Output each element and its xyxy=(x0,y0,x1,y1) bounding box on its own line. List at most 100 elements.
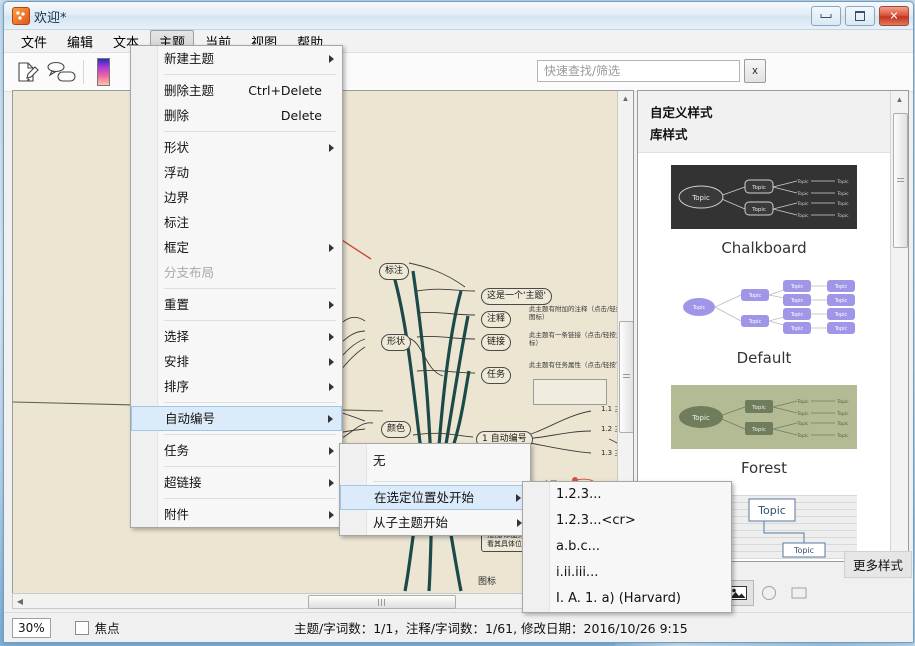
menu-item-format-123[interactable]: 1.2.3... xyxy=(523,482,731,508)
menu-item-label: 1.2.3... xyxy=(556,487,601,502)
maximize-button[interactable] xyxy=(845,6,875,26)
mindmap-node[interactable]: 注释 xyxy=(481,311,511,328)
svg-text:Topic: Topic xyxy=(836,201,849,207)
toolbar-separator xyxy=(83,60,84,84)
style-panel-scrollbar[interactable]: ▲ ▼ xyxy=(890,91,908,561)
menu-edit[interactable]: 编辑 xyxy=(58,30,102,53)
chevron-right-icon xyxy=(329,333,334,341)
mindmap-node[interactable]: 这是一个'主题' xyxy=(481,288,552,305)
menu-item-format-harvard[interactable]: I. A. 1. a) (Harvard) xyxy=(523,586,731,612)
menu-item-label: 在选定位置处开始 xyxy=(374,490,474,505)
menu-item-frame[interactable]: 框定 xyxy=(131,235,342,260)
menu-item-arrange[interactable]: 安排 xyxy=(131,349,342,374)
library-styles-heading: 库样式 xyxy=(650,124,896,143)
menu-item-callout[interactable]: 标注 xyxy=(131,210,342,235)
menu-item-label: a.b.c... xyxy=(556,539,600,554)
menu-item-new-topic[interactable]: 新建主题 xyxy=(131,46,342,71)
panel-scroll-thumb[interactable] xyxy=(893,113,908,248)
menu-item-label: 边界 xyxy=(164,190,189,205)
menu-item-shape[interactable]: 形状 xyxy=(131,135,342,160)
title-bar: 欢迎* ✕ xyxy=(4,2,913,30)
menu-item-delete[interactable]: 删除 Delete xyxy=(131,103,342,128)
svg-text:Topic: Topic xyxy=(790,312,804,318)
search-area: x xyxy=(537,59,766,83)
new-document-icon[interactable] xyxy=(10,56,44,88)
style-thumbnail: Topic Topic Topic Topic Topic Topic Topi… xyxy=(671,385,857,449)
custom-styles-heading: 自定义样式 xyxy=(650,102,896,121)
scroll-up-icon[interactable]: ▲ xyxy=(618,91,633,106)
more-styles-button[interactable]: 更多样式 xyxy=(844,551,912,578)
chevron-right-icon xyxy=(329,144,334,152)
menu-item-label: 浮动 xyxy=(164,165,189,180)
menu-item-format-abc[interactable]: a.b.c... xyxy=(523,534,731,560)
mindmap-node[interactable]: 形状 xyxy=(381,334,411,351)
menu-separator xyxy=(373,481,524,482)
menu-item-float[interactable]: 浮动 xyxy=(131,160,342,185)
menu-item-format-123-cr[interactable]: 1.2.3...<cr> xyxy=(523,508,731,534)
mindmap-node[interactable]: 链接 xyxy=(481,334,511,351)
menu-item-label: 新建主题 xyxy=(164,51,214,66)
canvas-scroll-thumb[interactable] xyxy=(619,321,634,433)
focus-checkbox[interactable] xyxy=(75,621,89,635)
svg-text:Topic: Topic xyxy=(751,207,766,213)
close-button[interactable]: ✕ xyxy=(879,6,909,26)
minimize-button[interactable] xyxy=(811,6,841,26)
style-item-chalkboard[interactable]: Topic Topic Topic Topic Topic Topic Topi… xyxy=(638,151,890,261)
menu-item-delete-topic[interactable]: 删除主题 Ctrl+Delete xyxy=(131,78,342,103)
topic-shapes-icon[interactable] xyxy=(44,56,78,88)
mindmap-icon-node[interactable]: 图标 xyxy=(478,574,496,587)
clear-search-button[interactable]: x xyxy=(744,59,766,83)
menu-item-label: 形状 xyxy=(164,140,189,155)
menu-item-none[interactable]: 无 xyxy=(340,444,530,478)
menu-separator xyxy=(164,498,336,499)
svg-text:Topic: Topic xyxy=(834,326,848,332)
svg-text:Topic: Topic xyxy=(796,421,809,427)
frame-button[interactable] xyxy=(784,581,814,605)
menu-item-hyperlink[interactable]: 超链接 xyxy=(131,470,342,495)
menu-file[interactable]: 文件 xyxy=(12,30,56,53)
menu-item-start-from-subtopic[interactable]: 从子主题开始 xyxy=(340,510,530,535)
menu-item-accel: Ctrl+Delete xyxy=(248,78,322,103)
svg-text:Topic: Topic xyxy=(834,298,848,304)
svg-text:Topic: Topic xyxy=(692,305,706,311)
chevron-right-icon xyxy=(329,383,334,391)
menu-item-label: 删除 xyxy=(164,108,189,123)
circle-button[interactable] xyxy=(754,581,784,605)
svg-text:Topic: Topic xyxy=(796,399,809,405)
mindmap-icon xyxy=(12,7,30,25)
menu-item-label: 框定 xyxy=(164,240,189,255)
bottom-mini-toolbar xyxy=(722,580,814,606)
menu-item-format-roman[interactable]: i.ii.iii... xyxy=(523,560,731,586)
zoom-level[interactable]: 30% xyxy=(12,618,51,638)
menu-item-attachment[interactable]: 附件 xyxy=(131,502,342,527)
mindmap-node[interactable]: 标注 xyxy=(379,263,409,280)
focus-toggle[interactable]: 焦点 xyxy=(75,618,120,637)
menu-item-start-at-selection[interactable]: 在选定位置处开始 xyxy=(340,485,530,510)
hscroll-thumb[interactable] xyxy=(308,595,456,609)
numbering-format-popup: 1.2.3... 1.2.3...<cr> a.b.c... i.ii.iii.… xyxy=(522,481,732,613)
menu-item-sort[interactable]: 排序 xyxy=(131,374,342,399)
color-swatch-icon[interactable] xyxy=(89,56,117,88)
menu-item-boundary[interactable]: 边界 xyxy=(131,185,342,210)
menu-item-branch-layout: 分支布局 xyxy=(131,260,342,285)
menu-item-label: 超链接 xyxy=(164,475,202,490)
mindmap-node[interactable]: 颜色 xyxy=(381,421,411,438)
menu-item-label: 无 xyxy=(373,453,386,468)
chevron-right-icon xyxy=(329,358,334,366)
menu-item-task[interactable]: 任务 xyxy=(131,438,342,463)
close-icon: ✕ xyxy=(889,11,900,22)
search-input[interactable] xyxy=(537,60,740,82)
svg-text:Topic: Topic xyxy=(836,433,849,439)
menu-item-auto-numbering[interactable]: 自动编号 xyxy=(131,406,342,431)
style-item-forest[interactable]: Topic Topic Topic Topic Topic Topic Topi… xyxy=(638,371,890,481)
scroll-left-icon[interactable]: ◀ xyxy=(13,594,27,608)
svg-text:Topic: Topic xyxy=(836,191,849,197)
menu-item-select[interactable]: 选择 xyxy=(131,324,342,349)
menu-separator xyxy=(164,320,336,321)
menu-item-label: 选择 xyxy=(164,329,189,344)
menu-item-reset[interactable]: 重置 xyxy=(131,292,342,317)
style-item-default[interactable]: Topic Topic Topic Topic Topic Topic Topi… xyxy=(638,261,890,371)
mindmap-node[interactable]: 任务 xyxy=(481,367,511,384)
svg-text:Topic: Topic xyxy=(836,411,849,417)
panel-scroll-up-icon[interactable]: ▲ xyxy=(891,91,908,107)
